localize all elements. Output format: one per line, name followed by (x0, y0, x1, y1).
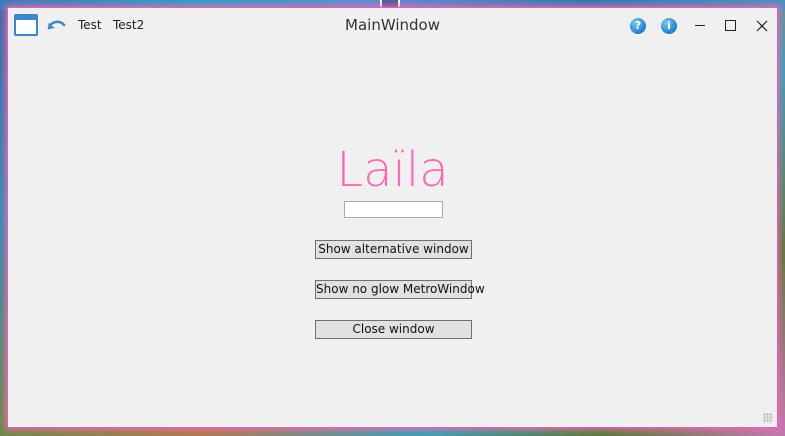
close-window-action-button[interactable]: Close window (315, 320, 472, 339)
minimize-button[interactable] (685, 14, 715, 38)
show-no-glow-window-button[interactable]: Show no glow MetroWindow (315, 280, 485, 299)
info-icon[interactable]: i (661, 18, 677, 34)
help-icon[interactable]: ? (630, 18, 646, 34)
resize-grip[interactable] (763, 413, 773, 423)
close-icon (756, 20, 768, 32)
title-bar[interactable]: Test Test2 MainWindow ? i (8, 8, 777, 42)
show-alternative-window-button[interactable]: Show alternative window (315, 240, 472, 259)
close-window-button[interactable] (747, 14, 777, 38)
name-input[interactable] (344, 201, 443, 218)
main-window: Test Test2 MainWindow ? i Laïla Show alt… (7, 7, 778, 428)
name-heading: Laïla (336, 142, 449, 198)
maximize-button[interactable] (715, 14, 745, 38)
